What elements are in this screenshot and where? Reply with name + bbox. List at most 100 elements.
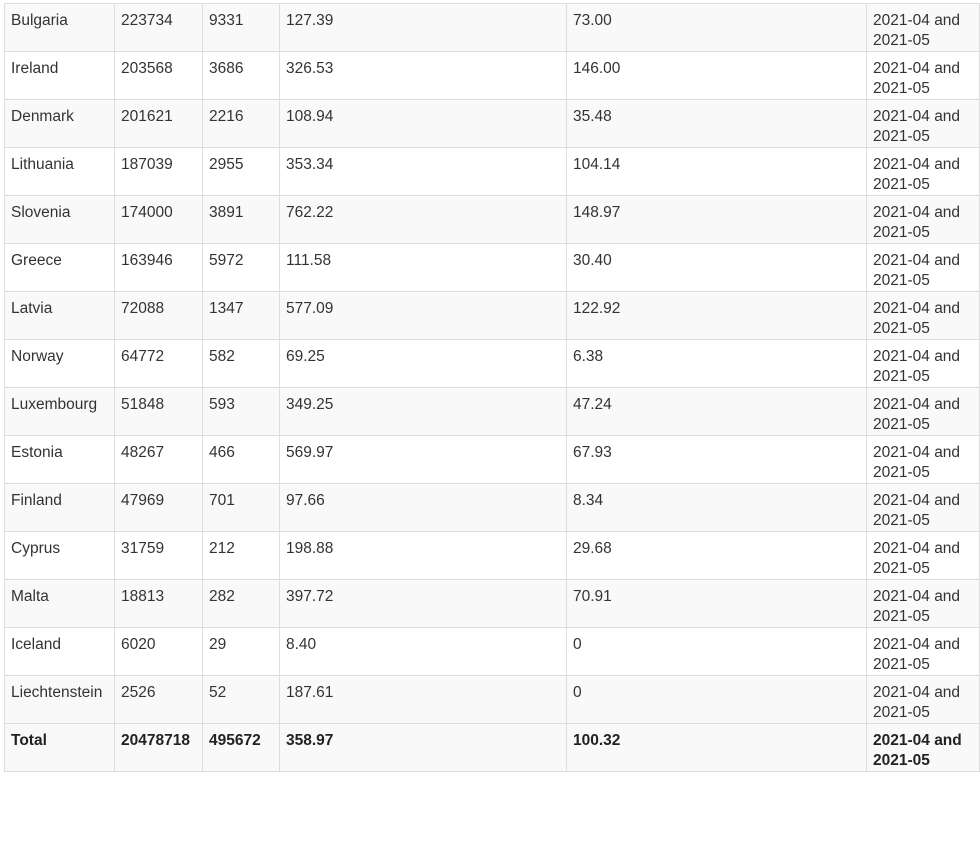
country-cell: Iceland <box>4 627 115 676</box>
cases-cell: 174000 <box>114 195 203 244</box>
deaths-cell: 3686 <box>202 51 280 100</box>
value-cell: 762.22 <box>279 195 567 244</box>
country-cell: Cyprus <box>4 531 115 580</box>
deaths-cell: 582 <box>202 339 280 388</box>
country-cell: Ireland <box>4 51 115 100</box>
country-cell: Slovenia <box>4 195 115 244</box>
rate-cell: 148.97 <box>566 195 867 244</box>
deaths-cell: 5972 <box>202 243 280 292</box>
table-body: Bulgaria 223734 9331 127.39 73.00 2021-04 and… <box>4 3 980 772</box>
rate-cell: 0 <box>566 627 867 676</box>
cases-cell: 223734 <box>114 3 203 52</box>
cases-cell: 31759 <box>114 531 203 580</box>
table-row: Lithuania 187039 2955 353.34 104.14 2021-04 a… <box>4 147 980 196</box>
value-cell: 358.97 <box>279 723 567 772</box>
table-row: Liechtenstein 2526 52 187.61 0 2021-04 and 20… <box>4 675 980 724</box>
value-cell: 397.72 <box>279 579 567 628</box>
cases-cell: 187039 <box>114 147 203 196</box>
period-cell: 2021-04 and 2021-05 <box>866 147 980 196</box>
value-cell: 198.88 <box>279 531 567 580</box>
rate-cell: 6.38 <box>566 339 867 388</box>
value-cell: 69.25 <box>279 339 567 388</box>
deaths-cell: 2216 <box>202 99 280 148</box>
deaths-cell: 29 <box>202 627 280 676</box>
deaths-cell: 2955 <box>202 147 280 196</box>
period-cell: 2021-04 and 2021-05 <box>866 291 980 340</box>
cases-cell: 163946 <box>114 243 203 292</box>
country-cell: Denmark <box>4 99 115 148</box>
rate-cell: 8.34 <box>566 483 867 532</box>
table-row: Bulgaria 223734 9331 127.39 73.00 2021-04 and… <box>4 3 980 52</box>
cases-cell: 6020 <box>114 627 203 676</box>
period-cell: 2021-04 and 2021-05 <box>866 3 980 52</box>
country-cell: Lithuania <box>4 147 115 196</box>
value-cell: 97.66 <box>279 483 567 532</box>
cases-cell: 47969 <box>114 483 203 532</box>
value-cell: 8.40 <box>279 627 567 676</box>
value-cell: 569.97 <box>279 435 567 484</box>
rate-cell: 73.00 <box>566 3 867 52</box>
country-cell: Greece <box>4 243 115 292</box>
country-cell: Malta <box>4 579 115 628</box>
period-cell: 2021-04 and 2021-05 <box>866 483 980 532</box>
table-row: Luxembourg 51848 593 349.25 47.24 2021-04 and… <box>4 387 980 436</box>
cases-cell: 203568 <box>114 51 203 100</box>
cases-cell: 18813 <box>114 579 203 628</box>
period-cell: 2021-04 and 2021-05 <box>866 387 980 436</box>
rate-cell: 70.91 <box>566 579 867 628</box>
cases-cell: 20478718 <box>114 723 203 772</box>
rate-cell: 67.93 <box>566 435 867 484</box>
value-cell: 111.58 <box>279 243 567 292</box>
rate-cell: 146.00 <box>566 51 867 100</box>
period-cell: 2021-04 and 2021-05 <box>866 675 980 724</box>
deaths-cell: 3891 <box>202 195 280 244</box>
table-row: Finland 47969 701 97.66 8.34 2021-04 and 2021… <box>4 483 980 532</box>
country-cell: Total <box>4 723 115 772</box>
period-cell: 2021-04 and 2021-05 <box>866 723 980 772</box>
table-row: Ireland 203568 3686 326.53 146.00 2021-04 and… <box>4 51 980 100</box>
country-cell: Liechtenstein <box>4 675 115 724</box>
deaths-cell: 701 <box>202 483 280 532</box>
period-cell: 2021-04 and 2021-05 <box>866 243 980 292</box>
cases-cell: 64772 <box>114 339 203 388</box>
table-row: Estonia 48267 466 569.97 67.93 2021-04 and 20… <box>4 435 980 484</box>
rate-cell: 29.68 <box>566 531 867 580</box>
period-cell: 2021-04 and 2021-05 <box>866 195 980 244</box>
cases-cell: 51848 <box>114 387 203 436</box>
rate-cell: 104.14 <box>566 147 867 196</box>
value-cell: 577.09 <box>279 291 567 340</box>
rate-cell: 100.32 <box>566 723 867 772</box>
period-cell: 2021-04 and 2021-05 <box>866 627 980 676</box>
rate-cell: 30.40 <box>566 243 867 292</box>
table-row: Cyprus 31759 212 198.88 29.68 2021-04 and 202… <box>4 531 980 580</box>
table-row: Greece 163946 5972 111.58 30.40 2021-04 and 2… <box>4 243 980 292</box>
country-cell: Bulgaria <box>4 3 115 52</box>
country-cell: Luxembourg <box>4 387 115 436</box>
value-cell: 326.53 <box>279 51 567 100</box>
deaths-cell: 495672 <box>202 723 280 772</box>
table-row: Norway 64772 582 69.25 6.38 2021-04 and 2021-… <box>4 339 980 388</box>
period-cell: 2021-04 and 2021-05 <box>866 435 980 484</box>
period-cell: 2021-04 and 2021-05 <box>866 531 980 580</box>
table-row: Slovenia 174000 3891 762.22 148.97 2021-04 an… <box>4 195 980 244</box>
period-cell: 2021-04 and 2021-05 <box>866 339 980 388</box>
deaths-cell: 282 <box>202 579 280 628</box>
country-cell: Norway <box>4 339 115 388</box>
deaths-cell: 593 <box>202 387 280 436</box>
country-cell: Latvia <box>4 291 115 340</box>
value-cell: 349.25 <box>279 387 567 436</box>
country-cell: Finland <box>4 483 115 532</box>
rate-cell: 35.48 <box>566 99 867 148</box>
cases-cell: 72088 <box>114 291 203 340</box>
period-cell: 2021-04 and 2021-05 <box>866 579 980 628</box>
rate-cell: 47.24 <box>566 387 867 436</box>
value-cell: 187.61 <box>279 675 567 724</box>
rate-cell: 122.92 <box>566 291 867 340</box>
value-cell: 108.94 <box>279 99 567 148</box>
value-cell: 353.34 <box>279 147 567 196</box>
deaths-cell: 212 <box>202 531 280 580</box>
cases-cell: 48267 <box>114 435 203 484</box>
total-row: Total 20478718 495672 358.97 100.32 2021-04 a… <box>4 723 980 772</box>
rate-cell: 0 <box>566 675 867 724</box>
deaths-cell: 466 <box>202 435 280 484</box>
